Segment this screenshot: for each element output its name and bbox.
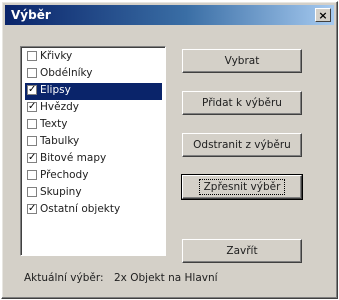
checkbox[interactable]: ✓ [27, 85, 37, 95]
checkbox[interactable] [27, 187, 37, 197]
add-to-selection-button[interactable]: Přidat k výběru [182, 91, 302, 115]
list-item[interactable]: Skupiny [25, 185, 162, 202]
checkbox[interactable]: ✓ [27, 204, 37, 214]
checkbox[interactable] [27, 51, 37, 61]
current-selection-label: Aktuální výběr: [24, 272, 104, 284]
list-item[interactable]: ✓ Elipsy [25, 83, 162, 100]
checkbox[interactable] [27, 170, 37, 180]
list-item[interactable]: Křivky [25, 49, 162, 66]
checkbox[interactable]: ✓ [27, 102, 37, 112]
checkbox[interactable] [27, 136, 37, 146]
close-icon[interactable]: × [315, 8, 331, 22]
close-button[interactable]: Zavřít [182, 239, 302, 263]
checkbox[interactable] [27, 68, 37, 78]
selection-dialog: Výběr × Křivky Obdélníky ✓ Elipsy ✓ Hvěz… [1, 1, 338, 299]
refine-selection-label: Zpřesnit výběr [198, 179, 286, 195]
title-bar[interactable]: Výběr × [5, 5, 334, 25]
list-item[interactable]: Tabulky [25, 134, 162, 151]
list-item[interactable]: ✓ Hvězdy [25, 100, 162, 117]
current-selection-value: 2x Objekt na Hlavní [114, 272, 218, 284]
dialog-title: Výběr [11, 8, 51, 22]
list-item[interactable]: Obdélníky [25, 66, 162, 83]
checkbox[interactable]: ✓ [27, 153, 37, 163]
object-type-list[interactable]: Křivky Obdélníky ✓ Elipsy ✓ Hvězdy Texty… [20, 46, 166, 256]
refine-selection-button[interactable]: Zpřesnit výběr [181, 174, 303, 200]
remove-from-selection-button[interactable]: Odstranit z výběru [182, 133, 302, 157]
checkbox[interactable] [27, 119, 37, 129]
list-item[interactable]: Texty [25, 117, 162, 134]
list-item[interactable]: ✓ Ostatní objekty [25, 202, 162, 219]
list-item[interactable]: Přechody [25, 168, 162, 185]
select-button[interactable]: Vybrat [182, 49, 302, 73]
list-item[interactable]: ✓ Bitové mapy [25, 151, 162, 168]
